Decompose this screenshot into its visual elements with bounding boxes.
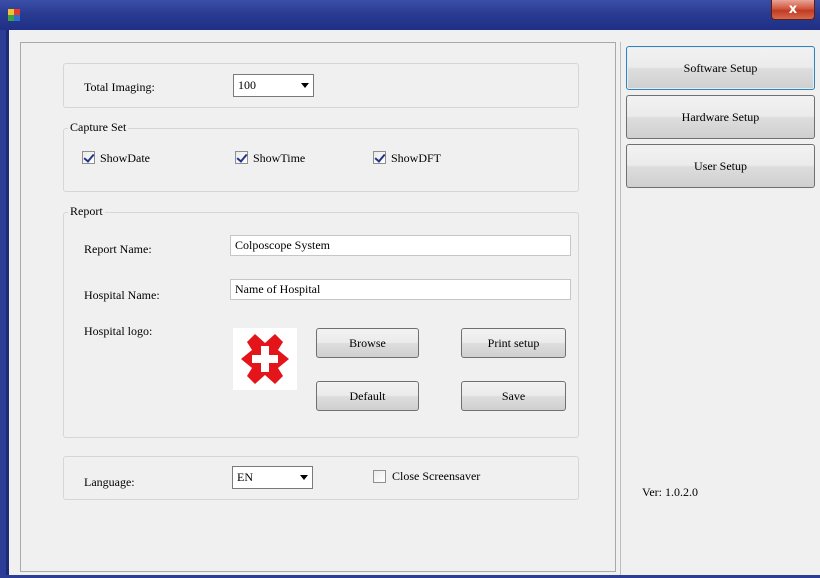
panel-divider bbox=[620, 42, 621, 575]
report-name-input[interactable]: Colposcope System bbox=[230, 235, 571, 256]
showdft-label: ShowDFT bbox=[391, 151, 442, 165]
save-button[interactable]: Save bbox=[461, 381, 566, 411]
title-bar[interactable]: x bbox=[0, 0, 820, 30]
version-label: Ver: 1.0.2.0 bbox=[642, 485, 698, 499]
default-button[interactable]: Default bbox=[316, 381, 419, 411]
total-imaging-select[interactable]: 100 bbox=[233, 74, 314, 97]
hardware-setup-button[interactable]: Hardware Setup bbox=[626, 95, 815, 139]
user-setup-button[interactable]: User Setup bbox=[626, 144, 815, 188]
browse-button[interactable]: Browse bbox=[316, 328, 419, 358]
total-imaging-label: Total Imaging: bbox=[84, 80, 155, 94]
chevron-down-icon bbox=[301, 83, 309, 88]
hospital-name-label: Hospital Name: bbox=[84, 288, 160, 302]
close-screensaver-label: Close Screensaver bbox=[392, 469, 481, 483]
hospital-logo-image bbox=[233, 328, 297, 390]
close-button[interactable]: x bbox=[771, 0, 815, 20]
report-legend: Report bbox=[68, 204, 105, 219]
hospital-logo-label: Hospital logo: bbox=[84, 324, 153, 338]
language-select[interactable]: EN bbox=[232, 466, 313, 489]
settings-window: x Total Imaging: 100 Capture Set ShowDat… bbox=[0, 0, 820, 578]
software-setup-button[interactable]: Software Setup bbox=[626, 46, 815, 90]
total-imaging-value: 100 bbox=[238, 78, 256, 92]
language-label: Language: bbox=[84, 475, 135, 489]
showtime-label: ShowTime bbox=[253, 151, 306, 165]
showdate-label: ShowDate bbox=[100, 151, 150, 165]
report-name-label: Report Name: bbox=[84, 242, 152, 256]
print-setup-button[interactable]: Print setup bbox=[461, 328, 566, 358]
language-value: EN bbox=[237, 470, 253, 484]
showdft-checkbox[interactable] bbox=[373, 151, 386, 164]
language-group bbox=[63, 456, 579, 500]
red-cross-logo-icon bbox=[241, 334, 289, 384]
close-screensaver-checkbox[interactable] bbox=[373, 470, 386, 483]
capture-set-legend: Capture Set bbox=[68, 120, 129, 135]
hospital-name-input[interactable]: Name of Hospital bbox=[230, 279, 571, 300]
app-grid-icon bbox=[8, 9, 20, 21]
window-frame-left bbox=[0, 30, 9, 578]
chevron-down-icon bbox=[300, 475, 308, 480]
showdate-checkbox[interactable] bbox=[82, 151, 95, 164]
showtime-checkbox[interactable] bbox=[235, 151, 248, 164]
